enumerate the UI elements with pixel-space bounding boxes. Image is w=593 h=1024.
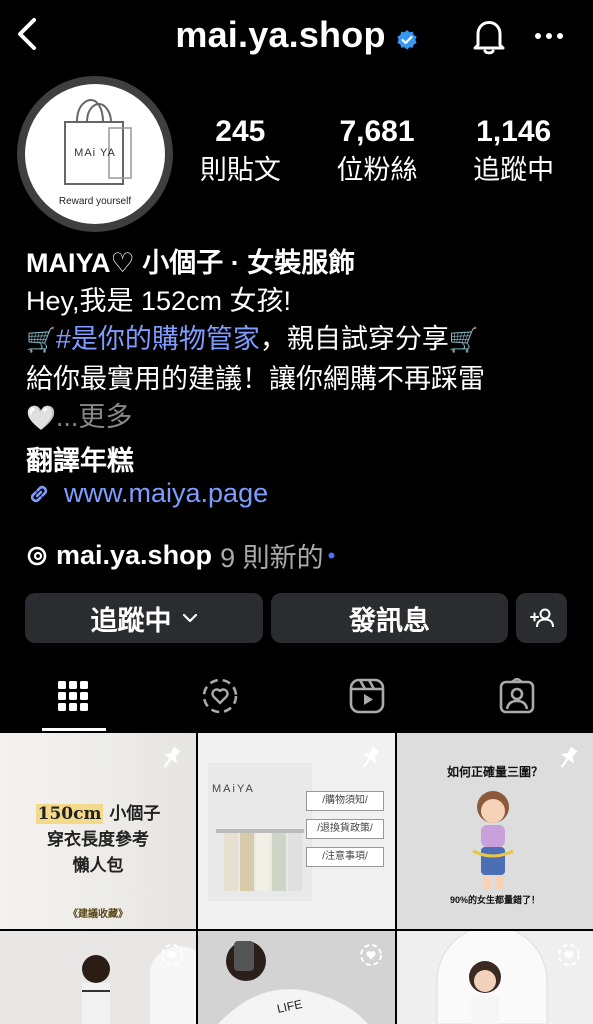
post-text: 《建議收藏》 — [68, 909, 128, 920]
stat-following-value: 1,146 — [476, 115, 552, 148]
threads-logo-icon — [27, 546, 47, 565]
post-text: MAiYA — [212, 783, 255, 795]
stat-posts-value: 245 — [215, 115, 266, 148]
shopping-cart-emoji-icon: 🛒 — [26, 327, 56, 354]
tagged-person-icon — [499, 678, 535, 714]
white-heart-emoji-icon: 🤍 — [26, 405, 56, 432]
pinned-icon — [163, 746, 181, 768]
tab-collabs[interactable] — [161, 660, 279, 732]
stat-posts[interactable]: 245 則貼文 — [172, 114, 309, 190]
post-thumbnail[interactable]: MAiYA /購物須知/ /退換貨政策/ /注意事項/ — [198, 733, 395, 929]
bio-line-2: Hey,我是 152cm 女孩! — [26, 286, 292, 316]
garment — [288, 833, 302, 891]
bell-icon[interactable] — [470, 16, 508, 56]
garment — [224, 833, 238, 891]
link-chain-icon — [30, 485, 48, 502]
bio-hashtag-link[interactable]: #是你的購物管家 — [56, 324, 260, 354]
posts-grid: 150cm 小個子 穿衣長度參考 懶人包 《建議收藏》 MAiYA /購物須知/… — [0, 733, 593, 1024]
stat-followers-label: 位粉絲 — [336, 155, 418, 185]
bio: MAIYA♡ 小個子 · 女裝服飾 Hey,我是 152cm 女孩! 🛒#是你的… — [26, 244, 586, 480]
bio-link-text: www.maiya.page — [64, 478, 269, 508]
garment — [256, 833, 270, 891]
profile-stats: 245 則貼文 7,681 位粉絲 1,146 追蹤中 — [172, 114, 582, 190]
stat-posts-label: 則貼文 — [199, 155, 281, 185]
bio-line-3-text: ，親自試穿分享 — [259, 324, 449, 354]
stat-followers[interactable]: 7,681 位粉絲 — [309, 114, 446, 190]
post-text: /注意事項/ — [306, 847, 384, 867]
avatar-brand-text: MAi YA — [74, 147, 116, 159]
active-tab-indicator — [42, 728, 106, 731]
stat-following[interactable]: 1,146 追蹤中 — [445, 114, 582, 190]
bio-line-5: 🤍...更多 — [26, 398, 586, 438]
post-text: 懶人包 — [72, 856, 124, 876]
translate-button[interactable]: 翻譯年糕 — [26, 442, 586, 480]
collab-heart-circle-icon — [202, 678, 238, 714]
bio-line-3: 🛒#是你的購物管家，親自試穿分享🛒 — [26, 320, 586, 360]
post-thumbnail[interactable]: 150cm 小個子 穿衣長度參考 懶人包 《建議收藏》 — [0, 733, 196, 929]
tab-reels[interactable] — [308, 660, 426, 732]
post-thumbnail[interactable]: 如何正確量三圍？ 90%的女生都量錯了！ — [397, 733, 593, 929]
message-button[interactable]: 發訊息 — [271, 593, 508, 643]
garment — [272, 833, 286, 891]
following-button-label: 追蹤中 — [90, 605, 172, 636]
post-text: 150cm 小個子 — [35, 804, 161, 824]
profile-username[interactable]: mai.ya.shop — [175, 14, 385, 55]
post-text: 90%的女生都量錯了！ — [449, 895, 540, 905]
avatar[interactable]: MAi YA Reward yourself — [25, 84, 165, 224]
message-button-label: 發訊息 — [349, 605, 430, 636]
verified-badge-icon — [397, 29, 417, 50]
new-indicator-dot: • — [327, 542, 336, 568]
profile-tabs — [0, 660, 593, 732]
threads-handle: mai.ya.shop — [56, 540, 213, 570]
chevron-down-icon — [182, 613, 197, 623]
add-person-icon — [529, 608, 554, 628]
garment — [240, 833, 254, 891]
shopping-cart-emoji-icon: 🛒 — [448, 327, 479, 354]
top-bar: mai.ya.shop — [0, 0, 593, 72]
bio-more-link[interactable]: ...更多 — [56, 402, 133, 432]
threads-badge[interactable]: mai.ya.shop 9 則新的 • — [26, 536, 335, 575]
post-text: 穿衣長度參考 — [47, 830, 149, 850]
following-button[interactable]: 追蹤中 — [25, 593, 263, 643]
stat-followers-value: 7,681 — [339, 115, 415, 148]
tab-grid[interactable] — [14, 660, 132, 732]
pinned-icon — [362, 746, 380, 768]
bio-link[interactable]: www.maiya.page — [26, 478, 268, 509]
post-text: /退換貨政策/ — [306, 819, 384, 839]
collab-heart-circle-icon — [161, 944, 183, 966]
threads-new-count: 9 則新的 — [220, 543, 324, 573]
collab-heart-circle-icon — [360, 944, 382, 966]
more-dots-icon[interactable] — [533, 24, 565, 48]
bio-line-4: 給你最實用的建議！讓你網購不再踩雷 — [26, 364, 485, 394]
post-thumbnail[interactable]: LIFE — [198, 931, 395, 1024]
collab-heart-circle-icon — [558, 944, 580, 966]
stat-following-label: 追蹤中 — [473, 155, 555, 185]
grid-icon — [58, 681, 88, 711]
post-thumbnail[interactable] — [0, 931, 196, 1024]
tab-tagged[interactable] — [458, 660, 576, 732]
pinned-icon — [560, 746, 578, 768]
reels-icon — [349, 678, 385, 714]
profile-display-name: MAIYA♡ 小個子 · 女裝服飾 — [26, 248, 356, 278]
post-thumbnail[interactable] — [397, 931, 593, 1024]
suggest-people-button[interactable] — [516, 593, 567, 643]
post-text: /購物須知/ — [306, 791, 384, 811]
avatar-tagline: Reward yourself — [58, 196, 132, 207]
